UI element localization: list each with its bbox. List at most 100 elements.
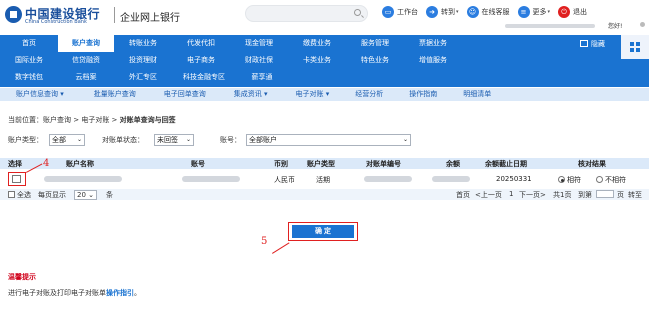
breadcrumb-path: 当前位置：账户查询 > 电子对账 > — [8, 116, 120, 124]
nav-item-cash-mgmt[interactable]: 现金管理 — [230, 35, 288, 52]
account-label: 账号： — [220, 136, 241, 144]
nav-item-ecommerce[interactable]: 电子商务 — [172, 52, 230, 69]
app-grid-icon[interactable] — [621, 35, 649, 59]
next-page-link[interactable]: 下一页> — [519, 190, 546, 200]
total-pages: 共1页 — [553, 191, 572, 199]
tool-label: 在线客服 — [481, 8, 510, 16]
col-select: 选择 — [8, 160, 22, 168]
logout-icon: ⏻ — [558, 6, 571, 18]
nav-item-credit[interactable]: 信贷融资 — [58, 52, 114, 69]
nav-item-bills[interactable]: 票据业务 — [404, 35, 462, 52]
page-unit: 页 — [617, 191, 624, 199]
tool-customer-service[interactable]: ☺ 在线客服 — [466, 6, 510, 18]
hide-label: 隐藏 — [591, 40, 605, 48]
col-account-name: 账户名称 — [66, 160, 94, 168]
tool-label: 更多 — [532, 8, 547, 16]
nav-item-international[interactable]: 国际业务 — [0, 52, 58, 69]
per-page-label: 每页显示 — [38, 191, 66, 199]
account-select[interactable]: 全部账户 ⌄ — [246, 134, 411, 146]
account-no-blurred — [182, 176, 240, 182]
nav-item-investment[interactable]: 投资理财 — [114, 52, 172, 69]
nav-item-cards[interactable]: 卡类业务 — [288, 52, 346, 69]
account-type-select[interactable]: 全部 ⌄ — [49, 134, 85, 146]
goto-button[interactable]: 转至 — [628, 190, 642, 200]
subnav-detail-list[interactable]: 明细清单 — [463, 88, 491, 101]
select-all-label: 全选 — [17, 191, 31, 199]
nav-row-1: 首页 账户查询 转账业务 代发代扣 现金管理 缴费业务 服务管理 票据业务 — [0, 35, 462, 52]
select-all[interactable]: 全选 — [8, 190, 31, 200]
nav-item-cloud-archive[interactable]: 云档案 — [58, 69, 114, 86]
nav-item-featured[interactable]: 特色业务 — [346, 52, 404, 69]
nav-item-tech-finance[interactable]: 科技金融专区 — [172, 69, 236, 86]
status-select[interactable]: 未回签 ⌄ — [154, 134, 194, 146]
tool-more[interactable]: ≡ 更多 ▾ — [517, 6, 551, 18]
search-input[interactable] — [245, 5, 368, 22]
search-icon[interactable] — [354, 9, 361, 16]
statement-no-blurred — [364, 176, 412, 182]
radio-label: 相符 — [567, 176, 581, 184]
col-account-type: 账户类型 — [307, 160, 335, 168]
nav-item-home[interactable]: 首页 — [0, 35, 58, 52]
nav-item-forex[interactable]: 外汇专区 — [114, 69, 172, 86]
subnav-account-info[interactable]: 账户信息查询 ▾ — [16, 88, 64, 101]
nav-item-digital-wallet[interactable]: 数字钱包 — [0, 69, 58, 86]
goto-icon: ➜ — [426, 6, 438, 18]
tool-label: 工作台 — [397, 8, 418, 16]
nav-item-salary[interactable]: 薪享通 — [236, 69, 288, 86]
account-name-blurred — [44, 176, 122, 182]
radio-match[interactable]: 相符 — [558, 175, 581, 185]
nav-row-2: 国际业务 信贷融资 投资理财 电子商务 财政社保 卡类业务 特色业务 增值服务 — [0, 52, 462, 69]
ccb-logo-icon — [5, 6, 22, 23]
chevron-down-icon: ⌄ — [185, 136, 191, 143]
subnav-analysis[interactable]: 经营分析 — [355, 88, 383, 101]
account-value: 全部账户 — [249, 136, 277, 144]
nav-item-payroll[interactable]: 代发代扣 — [172, 35, 230, 52]
header: 中国建设银行 China Construction Bank 企业网上银行 ▭ … — [0, 0, 649, 30]
per-page-unit: 条 — [106, 191, 113, 199]
subnav-guide[interactable]: 操作指南 — [409, 88, 437, 101]
goto-label: 到第 — [578, 191, 592, 199]
tip-body: 进行电子对账及打印电子对账单操作指引。 — [8, 288, 141, 298]
subnav-e-receipt[interactable]: 电子回单查询 — [164, 88, 206, 101]
nav-item-service-mgmt[interactable]: 服务管理 — [346, 35, 404, 52]
nav-item-transfer[interactable]: 转账业务 — [114, 35, 172, 52]
nav-item-value-added[interactable]: 增值服务 — [404, 52, 462, 69]
workbench-icon: ▭ — [382, 6, 394, 18]
cell-account-type: 活期 — [316, 176, 330, 184]
select-all-checkbox[interactable] — [8, 191, 15, 198]
chevron-down-icon: ⌄ — [402, 136, 408, 143]
bank-name-en: China Construction Bank — [25, 19, 87, 25]
col-balance: 余额 — [446, 160, 460, 168]
more-icon: ≡ — [517, 6, 530, 18]
per-page-select[interactable]: 20 ⌄ — [72, 190, 99, 200]
page-number-input[interactable] — [594, 190, 616, 199]
customer-service-icon: ☺ — [466, 6, 479, 18]
radio-checked-icon — [558, 176, 565, 183]
nav-item-account-query[interactable]: 账户查询 — [58, 35, 114, 52]
collapse-icon — [580, 40, 588, 47]
sub-nav: 账户信息查询 ▾ 批量账户查询 电子回单查询 集成资讯 ▾ 电子对账 ▾ 经营分… — [0, 88, 649, 101]
hide-nav-button[interactable]: 隐藏 — [580, 39, 605, 49]
nav-item-payment[interactable]: 缴费业务 — [288, 35, 346, 52]
confirm-button[interactable]: 确 定 — [292, 225, 354, 238]
greeting: 您好! — [608, 23, 623, 30]
tool-label: 退出 — [573, 8, 588, 16]
row-select-checkbox[interactable] — [12, 175, 21, 183]
status-value: 未回签 — [157, 136, 178, 144]
chevron-down-icon: ▾ — [547, 9, 551, 15]
guide-link[interactable]: 操作指引 — [106, 289, 134, 297]
tool-logout[interactable]: ⏻ 退出 — [558, 6, 587, 18]
subnav-label: 账户信息查询 — [16, 90, 58, 98]
balance-blurred — [432, 176, 470, 182]
tool-goto[interactable]: ➜ 转到 ▾ — [426, 6, 459, 18]
nav-item-finance-social[interactable]: 财政社保 — [230, 52, 288, 69]
subnav-batch-query[interactable]: 批量账户查询 — [94, 88, 136, 101]
prev-page-link[interactable]: <上一页 — [475, 190, 502, 200]
subnav-integrated-info[interactable]: 集成资讯 ▾ — [234, 88, 268, 101]
user-status-icon — [640, 22, 645, 27]
tool-workbench[interactable]: ▭ 工作台 — [382, 6, 418, 18]
subnav-e-reconcile[interactable]: 电子对账 ▾ — [296, 88, 330, 101]
nav-row-3: 数字钱包 云档案 外汇专区 科技金融专区 薪享通 — [0, 69, 288, 86]
first-page-link[interactable]: 首页 — [456, 190, 470, 200]
radio-mismatch[interactable]: 不相符 — [596, 175, 626, 185]
